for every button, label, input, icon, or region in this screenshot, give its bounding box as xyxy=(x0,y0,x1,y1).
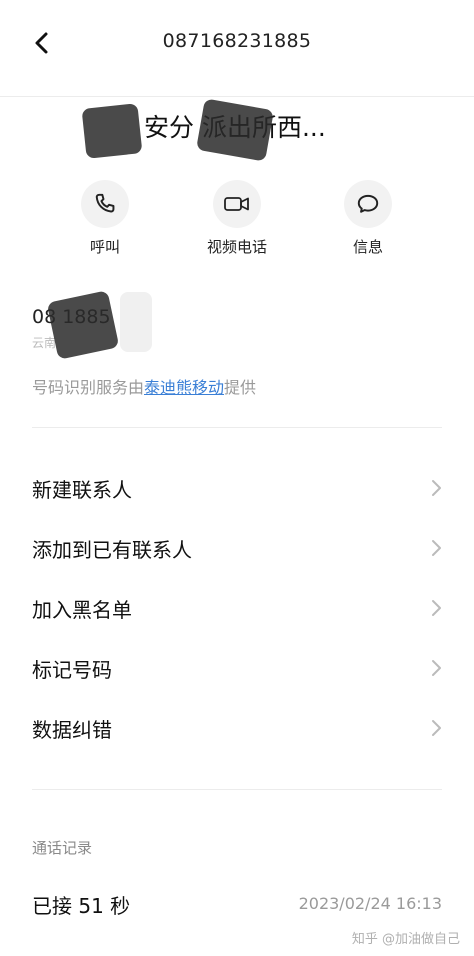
number-location: 云南 xyxy=(32,336,57,350)
call-label: 呼叫 xyxy=(89,238,120,256)
menu-item-label: 加入黑名单 xyxy=(32,598,132,622)
redaction-scribble xyxy=(81,103,143,159)
video-call-label: 视频电话 xyxy=(206,238,267,256)
divider xyxy=(32,789,442,790)
phone-icon xyxy=(81,180,129,228)
action-row: 呼叫 视频电话 信息 xyxy=(0,180,474,260)
message-label: 信息 xyxy=(352,238,383,256)
menu-item-data-correction[interactable]: 数据纠错 xyxy=(0,698,474,758)
video-icon xyxy=(213,180,261,228)
message-action[interactable]: 信息 xyxy=(318,180,418,257)
call-timestamp: 2023/02/24 16:13 xyxy=(298,894,442,913)
watermark: 知乎 @加油做自己 xyxy=(351,932,460,947)
menu-item-label: 数据纠错 xyxy=(32,718,112,742)
chevron-right-icon xyxy=(430,598,444,618)
call-log-title: 通话记录 xyxy=(32,839,93,857)
call-action[interactable]: 呼叫 xyxy=(55,180,155,257)
menu-item-mark-number[interactable]: 标记号码 xyxy=(0,638,474,698)
identification-service-text: 号码识别服务由泰迪熊移动提供 xyxy=(32,378,257,397)
menu-item-label: 添加到已有联系人 xyxy=(32,538,192,562)
redaction-scribble xyxy=(196,98,274,162)
video-call-action[interactable]: 视频电话 xyxy=(187,180,287,257)
menu-item-blacklist[interactable]: 加入黑名单 xyxy=(0,578,474,638)
menu-item-new-contact[interactable]: 新建联系人 xyxy=(0,458,474,518)
menu-item-add-to-existing[interactable]: 添加到已有联系人 xyxy=(0,518,474,578)
menu-item-label: 标记号码 xyxy=(32,658,112,682)
divider xyxy=(32,427,442,428)
call-status: 已接 51 秒 xyxy=(32,894,131,918)
chevron-right-icon xyxy=(430,658,444,678)
redaction-scribble xyxy=(120,292,152,352)
menu-item-label: 新建联系人 xyxy=(32,478,132,502)
redaction-scribble xyxy=(46,290,120,360)
top-bar: 087168231885 xyxy=(0,0,474,97)
message-icon xyxy=(344,180,392,228)
chevron-right-icon xyxy=(430,478,444,498)
chevron-right-icon xyxy=(430,538,444,558)
page-title: 087168231885 xyxy=(162,30,312,52)
chevron-right-icon xyxy=(430,718,444,738)
provider-link[interactable]: 泰迪熊移动 xyxy=(144,378,224,397)
